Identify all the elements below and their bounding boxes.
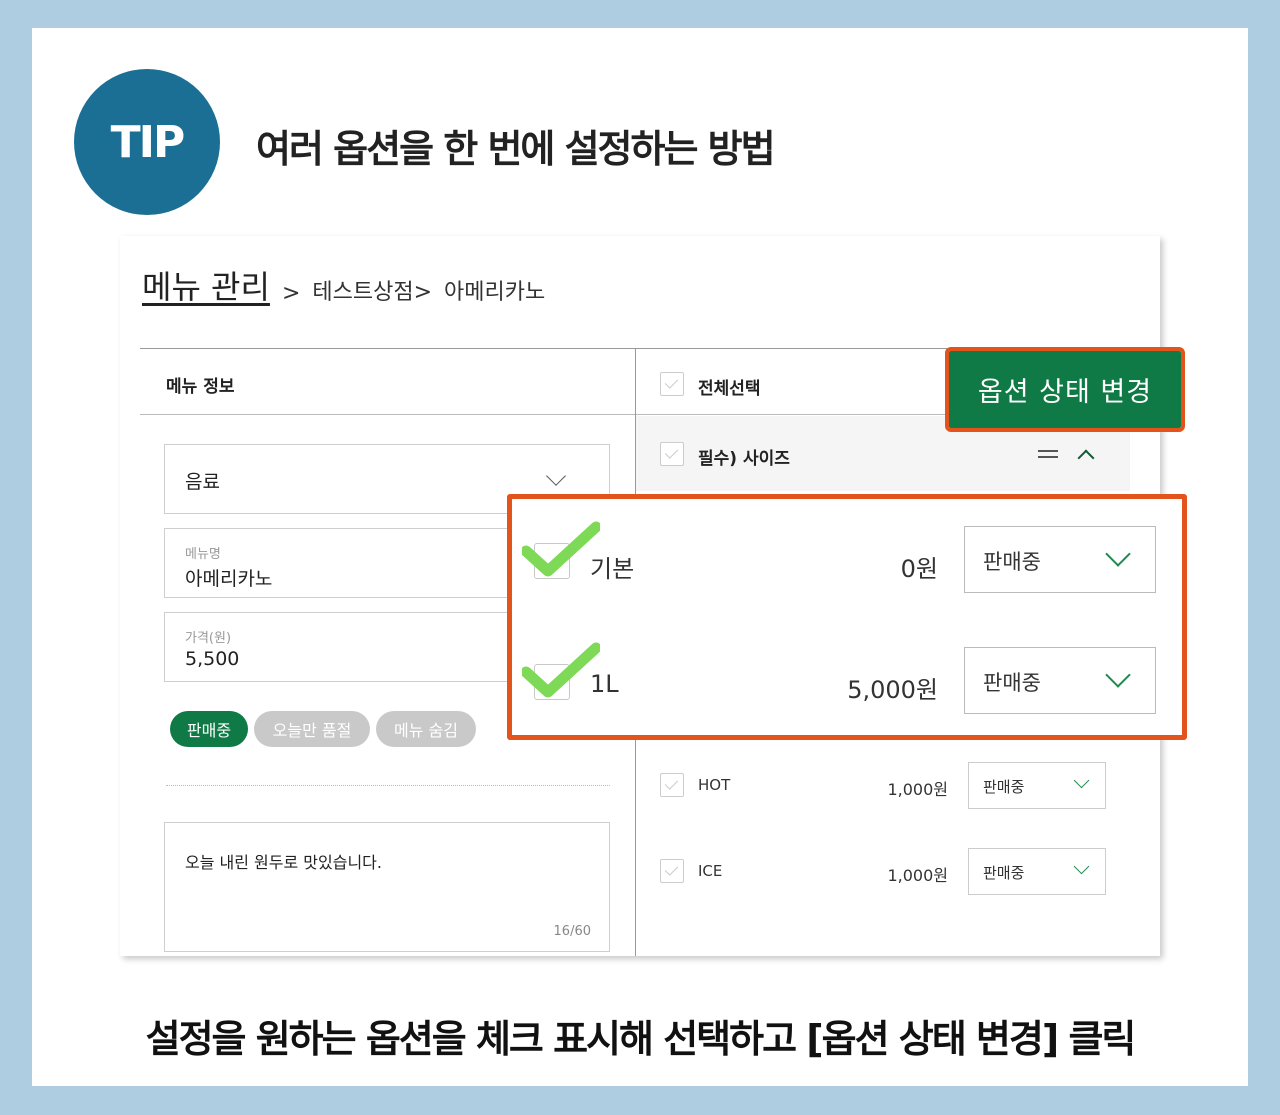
category-value: 음료 — [185, 471, 220, 493]
option-group-checkbox[interactable] — [660, 442, 684, 466]
price-value: 5,500 — [185, 648, 240, 670]
breadcrumb-separator: > — [281, 281, 301, 306]
change-option-status-button[interactable]: 옵션 상태 변경 — [945, 347, 1185, 432]
checkmark-icon — [522, 642, 600, 698]
option-status-hot: 판매중 — [983, 778, 1025, 796]
option-checkbox-hot[interactable] — [660, 773, 684, 797]
option-label-ice: ICE — [698, 862, 723, 880]
char-count: 16/60 — [553, 924, 591, 939]
breadcrumb-store[interactable]: 테스트상점> — [312, 274, 432, 306]
select-all-label: 전체선택 — [698, 379, 761, 399]
option-status-basic: 판매중 — [983, 550, 1041, 574]
status-chip-on-sale[interactable]: 판매중 — [170, 711, 248, 747]
status-chip-hide-menu[interactable]: 메뉴 숨김 — [376, 711, 476, 747]
tip-badge: TIP — [74, 69, 220, 215]
option-label-basic: 기본 — [590, 555, 635, 583]
option-price-ice: 1,000원 — [887, 866, 948, 885]
chevron-down-icon — [1073, 772, 1090, 789]
price-label: 가격(원) — [185, 631, 232, 646]
zoomed-option-rows: 기본 0원 판매중 1L 5,000원 판매중 — [507, 494, 1187, 740]
option-status-ice: 판매중 — [983, 864, 1025, 882]
option-status-select-1l[interactable]: 판매중 — [964, 647, 1156, 714]
option-price-basic: 0원 — [900, 555, 938, 583]
option-status-select-hot[interactable]: 판매중 — [968, 762, 1106, 809]
option-status-1l: 판매중 — [983, 671, 1041, 695]
breadcrumb-item: 아메리카노 — [444, 280, 546, 305]
option-status-select-basic[interactable]: 판매중 — [964, 526, 1156, 593]
menu-info-header: 메뉴 정보 — [166, 377, 235, 397]
description-value: 오늘 내린 원두로 맛있습니다. — [185, 853, 382, 872]
menu-name-label: 메뉴명 — [185, 547, 221, 562]
chevron-down-icon — [1105, 541, 1131, 567]
chevron-down-icon — [1073, 858, 1090, 875]
description-textarea[interactable]: 오늘 내린 원두로 맛있습니다. 16/60 — [164, 822, 610, 952]
drag-handle-icon[interactable] — [1038, 450, 1058, 458]
option-status-select-ice[interactable]: 판매중 — [968, 848, 1106, 895]
footer-instruction: 설정을 원하는 옵션을 체크 표시해 선택하고 [옵션 상태 변경] 클릭 — [145, 1017, 1137, 1061]
menu-name-value: 아메리카노 — [185, 568, 273, 590]
select-all-checkbox[interactable] — [660, 372, 684, 396]
option-price-hot: 1,000원 — [887, 780, 948, 799]
option-label-1l: 1L — [590, 670, 619, 698]
breadcrumb-menu-management[interactable]: 메뉴 관리 — [142, 262, 270, 308]
divider — [166, 785, 610, 786]
chevron-down-icon — [1105, 662, 1131, 688]
checkmark-icon — [522, 521, 600, 577]
divider — [140, 348, 1140, 349]
option-group-label: 필수) 사이즈 — [698, 449, 790, 469]
breadcrumb: 메뉴 관리 > 테스트상점> 아메리카노 — [142, 262, 545, 308]
status-chip-sold-out-today[interactable]: 오늘만 품절 — [254, 711, 370, 747]
tip-title: 여러 옵션을 한 번에 설정하는 방법 — [256, 127, 776, 171]
chevron-down-icon — [546, 466, 566, 486]
option-price-1l: 5,000원 — [847, 676, 938, 704]
option-label-hot: HOT — [698, 776, 731, 794]
option-checkbox-ice[interactable] — [660, 859, 684, 883]
